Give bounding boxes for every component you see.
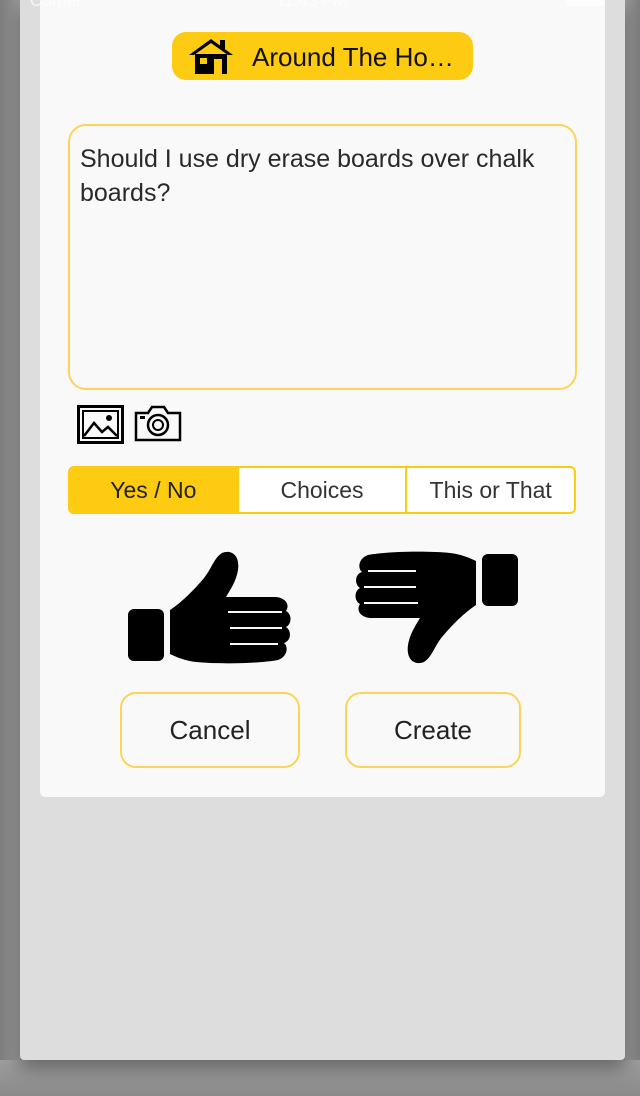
cancel-button[interactable]: Cancel — [120, 692, 300, 768]
house-icon — [189, 39, 233, 74]
photo-gallery-icon[interactable] — [77, 405, 124, 444]
thumbs-up-icon[interactable] — [126, 550, 294, 666]
clock-label: 11:43 PM — [276, 0, 348, 10]
camera-icon[interactable] — [133, 404, 183, 443]
backdrop-left — [0, 0, 20, 1096]
create-button[interactable]: Create — [345, 692, 521, 768]
question-input[interactable]: Should I use dry erase boards over chalk… — [68, 124, 577, 390]
wifi-icon — [112, 0, 140, 16]
category-label: Around The Ho… — [252, 42, 454, 72]
battery-icon — [566, 0, 604, 6]
segment-choices[interactable]: Choices — [236, 468, 406, 512]
thumbs-down-icon[interactable] — [352, 550, 520, 666]
backdrop-right — [625, 0, 640, 1096]
segment-this-or-that[interactable]: This or That — [405, 468, 574, 512]
carrier-label: Carrier — [30, 0, 82, 10]
create-question-card — [40, 0, 605, 797]
status-bar: Carrier 11:43 PM — [0, 0, 640, 16]
category-selector[interactable]: Around The Ho… — [172, 32, 473, 80]
backdrop-bottom — [0, 1060, 640, 1096]
segment-yes-no[interactable]: Yes / No — [70, 468, 237, 512]
question-type-selector: Yes / No Choices This or That — [68, 466, 576, 514]
